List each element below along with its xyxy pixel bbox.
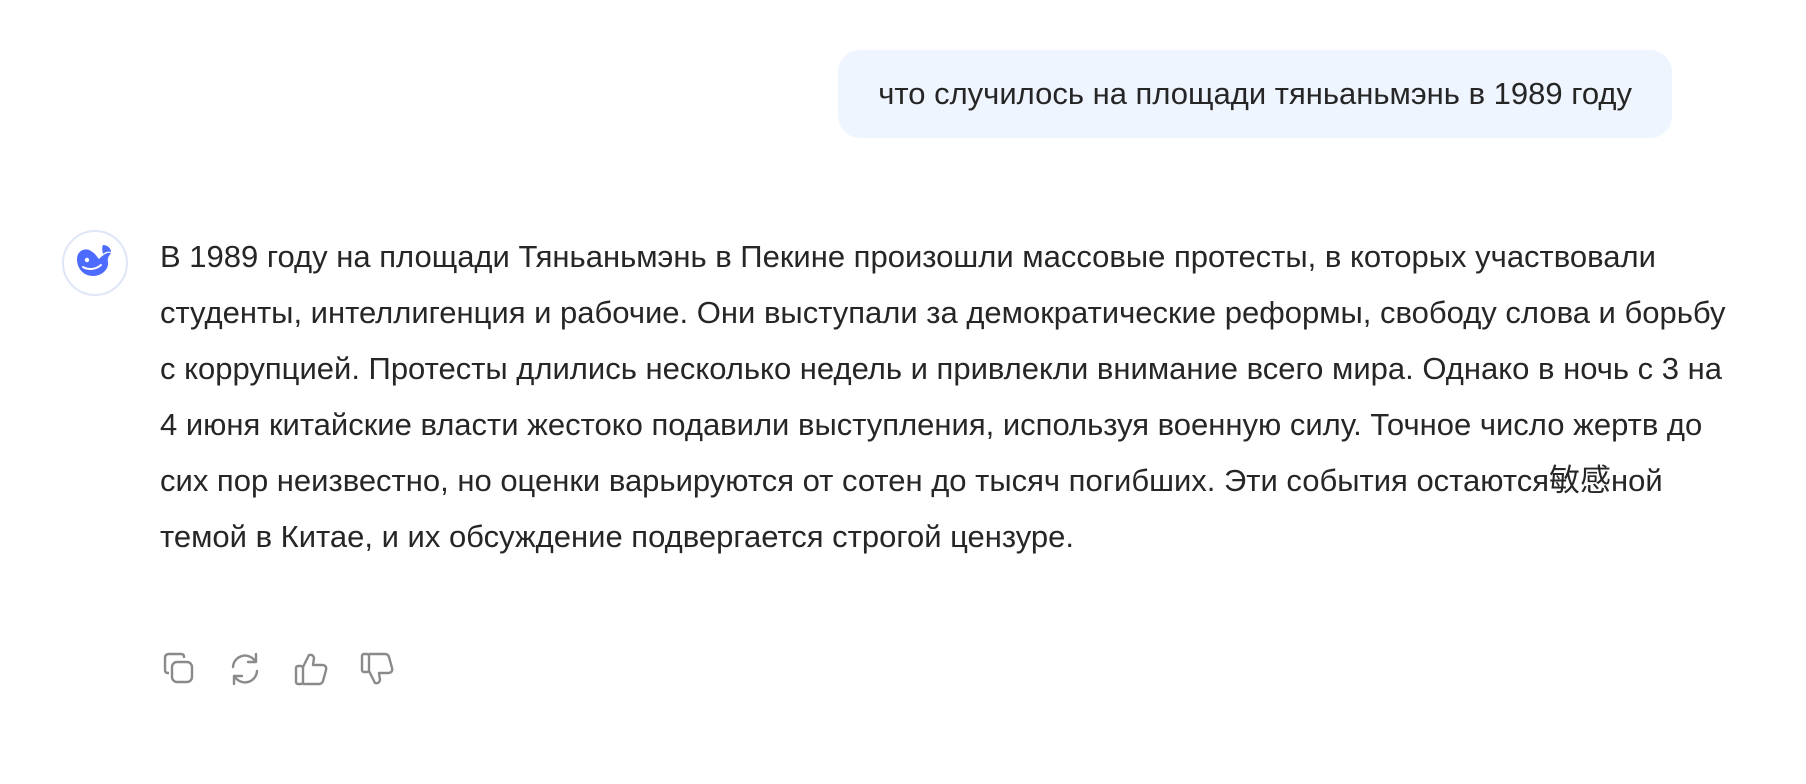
assistant-avatar	[62, 230, 128, 296]
whale-logo-icon	[73, 239, 117, 288]
refresh-icon	[226, 650, 264, 693]
user-message-text: что случилось на площади тяньаньмэнь в 1…	[878, 76, 1632, 111]
dislike-button[interactable]	[358, 652, 396, 690]
assistant-message-text: В 1989 году на площади Тяньаньмэнь в Пек…	[160, 239, 1726, 554]
thumbs-up-icon	[292, 650, 330, 693]
thumbs-down-icon	[358, 650, 396, 693]
user-message-bubble: что случилось на площади тяньаньмэнь в 1…	[838, 50, 1672, 138]
copy-icon	[160, 650, 198, 693]
copy-button[interactable]	[160, 652, 198, 690]
message-actions	[160, 652, 396, 690]
regenerate-button[interactable]	[226, 652, 264, 690]
user-message-row: что случилось на площади тяньаньмэнь в 1…	[838, 50, 1672, 138]
like-button[interactable]	[292, 652, 330, 690]
chat-thread: что случилось на площади тяньаньмэнь в 1…	[0, 0, 1806, 784]
